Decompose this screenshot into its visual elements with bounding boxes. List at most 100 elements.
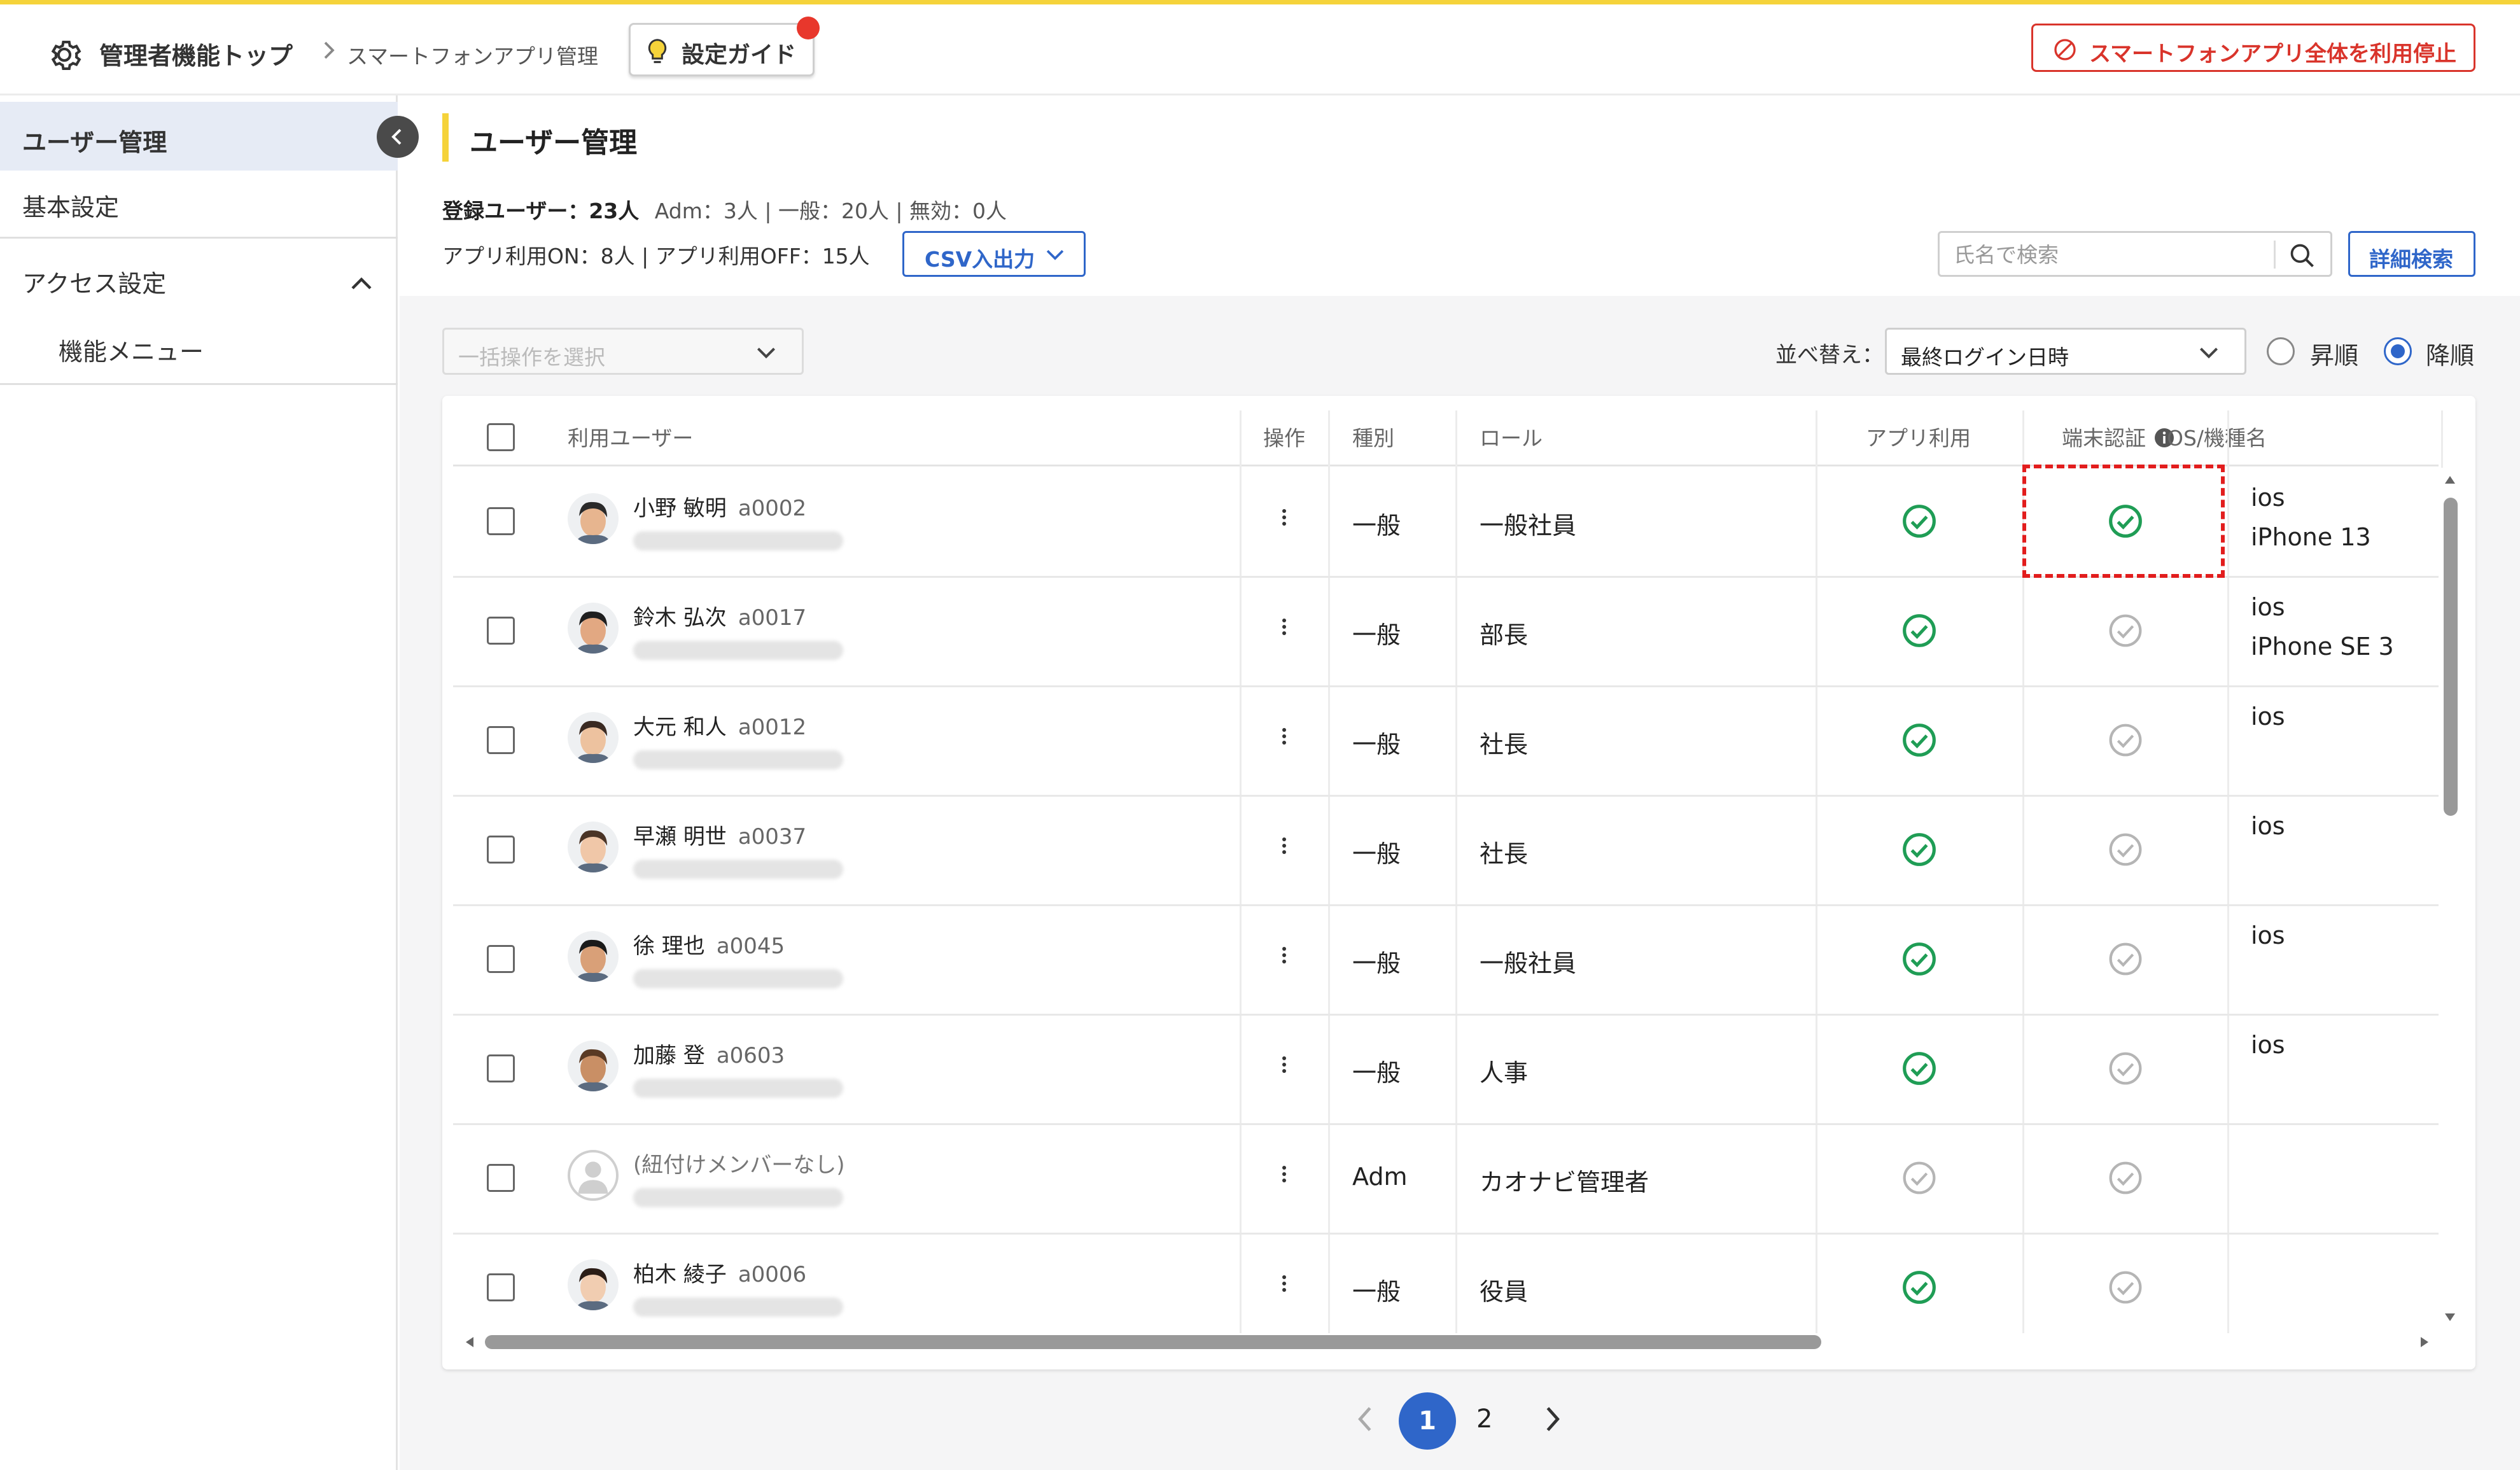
sidebar: ユーザー管理 基本設定 アクセス設定 機能メニュー: [0, 95, 398, 1470]
check-circle-icon: [1903, 505, 1936, 538]
search-icon[interactable]: [2288, 242, 2316, 270]
row-action-menu[interactable]: [1275, 724, 1294, 755]
kebab-menu-icon: [1282, 947, 1286, 963]
blurred-email: [633, 1188, 843, 1207]
scroll-right-arrow[interactable]: [2417, 1334, 2432, 1350]
notification-dot: [797, 17, 820, 39]
horizontal-scrollbar[interactable]: [485, 1335, 1821, 1349]
sidebar-item-user-management[interactable]: ユーザー管理: [0, 102, 398, 171]
person-photo-icon: [568, 493, 619, 544]
row-action-menu[interactable]: [1275, 614, 1294, 645]
row-checkbox[interactable]: [487, 1054, 515, 1082]
user-role: 一般社員: [1480, 949, 1577, 977]
admin-top-link[interactable]: 管理者機能トップ: [99, 36, 293, 71]
row-action-menu[interactable]: [1275, 1271, 1294, 1302]
user-name[interactable]: 小野 敏明 a0002: [633, 491, 806, 522]
column-header-os-model[interactable]: OS/機種名: [2167, 421, 2267, 452]
user-name[interactable]: (紐付けメンバーなし): [633, 1147, 857, 1179]
row-action-menu[interactable]: [1275, 1052, 1294, 1083]
row-checkbox[interactable]: [487, 617, 515, 645]
check-circle-icon: [2109, 1271, 2142, 1304]
sort-desc-radio[interactable]: [2384, 337, 2412, 365]
sidebar-item-label: ユーザー管理: [22, 129, 167, 157]
check-circle-icon: [1903, 614, 1936, 647]
os-name: ios: [2251, 593, 2285, 621]
row-action-menu[interactable]: [1275, 942, 1294, 974]
blurred-email: [633, 1079, 843, 1098]
chevron-down-icon: [757, 347, 776, 359]
stop-all-app-button[interactable]: スマートフォンアプリ全体を利用停止: [2031, 24, 2475, 72]
sort-select[interactable]: 最終ログイン日時: [1885, 328, 2246, 375]
row-divider: [453, 904, 2439, 906]
column-divider: [1816, 410, 1817, 1333]
column-header-app-usage[interactable]: アプリ利用: [1866, 421, 1971, 452]
user-role: 社長: [1480, 731, 1529, 759]
scroll-left-arrow[interactable]: [462, 1334, 477, 1350]
kebab-menu-icon: [1282, 837, 1286, 854]
select-all-checkbox[interactable]: [487, 423, 515, 451]
sort-value: 最終ログイン日時: [1901, 345, 2069, 370]
check-circle-icon: [1903, 1052, 1936, 1085]
title-accent: [442, 113, 449, 162]
column-header-role[interactable]: ロール: [1480, 421, 1543, 452]
bulk-action-select[interactable]: 一括操作を選択: [442, 328, 804, 375]
user-role: 役員: [1480, 1278, 1529, 1306]
csv-io-dropdown[interactable]: CSV入出力: [902, 231, 1086, 277]
chevron-up-icon[interactable]: [349, 274, 374, 293]
sidebar-item-access-settings[interactable]: アクセス設定: [22, 264, 166, 299]
check-circle-icon: [2109, 942, 2142, 976]
user-breakdown: Adm：3人 | 一般：20人 | 無効：0人: [654, 199, 1007, 223]
user-type: 一般: [1352, 840, 1401, 868]
search-input[interactable]: [1954, 239, 2253, 270]
kebab-menu-icon: [1282, 509, 1286, 526]
pagination-page-2[interactable]: 2: [1476, 1404, 1492, 1434]
os-model: ios: [2251, 806, 2285, 846]
row-checkbox[interactable]: [487, 945, 515, 973]
row-action-menu[interactable]: [1275, 833, 1294, 864]
user-role: カオナビ管理者: [1480, 1168, 1649, 1196]
device-model: iPhone 13: [2251, 523, 2371, 551]
setup-guide-button[interactable]: 設定ガイド: [629, 23, 815, 76]
user-name[interactable]: 鈴木 弘次 a0017: [633, 600, 806, 631]
user-name[interactable]: 大元 和人 a0012: [633, 710, 806, 741]
page-title: ユーザー管理: [470, 127, 638, 159]
pagination-prev-icon[interactable]: [1352, 1403, 1378, 1435]
column-header-user[interactable]: 利用ユーザー: [568, 421, 693, 452]
blurred-email: [633, 1298, 843, 1317]
check-circle-icon: [1903, 724, 1936, 757]
row-checkbox[interactable]: [487, 836, 515, 864]
os-model: ios iPhone 13: [2251, 478, 2371, 557]
row-checkbox[interactable]: [487, 507, 515, 535]
check-circle-icon: [2109, 833, 2142, 866]
sort-asc-radio[interactable]: [2267, 337, 2295, 365]
scroll-up-arrow[interactable]: [2442, 472, 2458, 487]
row-action-menu[interactable]: [1275, 505, 1294, 536]
user-name-text: 鈴木 弘次: [633, 605, 727, 631]
check-circle-icon: [1903, 942, 1936, 976]
gear-icon[interactable]: [45, 35, 84, 74]
avatar-placeholder: [568, 1150, 619, 1201]
vertical-scrollbar[interactable]: [2444, 498, 2458, 816]
user-type: 一般: [1352, 949, 1401, 977]
scroll-down-arrow[interactable]: [2442, 1310, 2458, 1325]
row-checkbox[interactable]: [487, 1273, 515, 1301]
sidebar-collapse-button[interactable]: [377, 116, 419, 158]
user-code: a0045: [716, 934, 785, 959]
row-checkbox[interactable]: [487, 1164, 515, 1192]
sidebar-item-basic-settings[interactable]: 基本設定: [22, 188, 119, 223]
user-name[interactable]: 柏木 綾子 a0006: [633, 1257, 806, 1288]
user-name[interactable]: 加藤 登 a0603: [633, 1038, 785, 1069]
user-type: 一般: [1352, 1059, 1401, 1087]
advanced-search-button[interactable]: 詳細検索: [2348, 231, 2475, 277]
user-type: 一般: [1352, 1278, 1401, 1306]
user-name-text: (紐付けメンバーなし): [633, 1152, 845, 1178]
pagination-current-page[interactable]: 1: [1399, 1392, 1456, 1450]
sidebar-item-function-menu[interactable]: 機能メニュー: [59, 332, 204, 367]
column-header-device-auth[interactable]: 端末認証: [2062, 421, 2176, 452]
user-name[interactable]: 徐 理也 a0045: [633, 928, 785, 960]
pagination-next-icon[interactable]: [1540, 1403, 1565, 1435]
row-checkbox[interactable]: [487, 726, 515, 754]
row-action-menu[interactable]: [1275, 1161, 1294, 1193]
user-name[interactable]: 早瀬 明世 a0037: [633, 819, 806, 850]
column-header-type[interactable]: 種別: [1352, 421, 1394, 452]
